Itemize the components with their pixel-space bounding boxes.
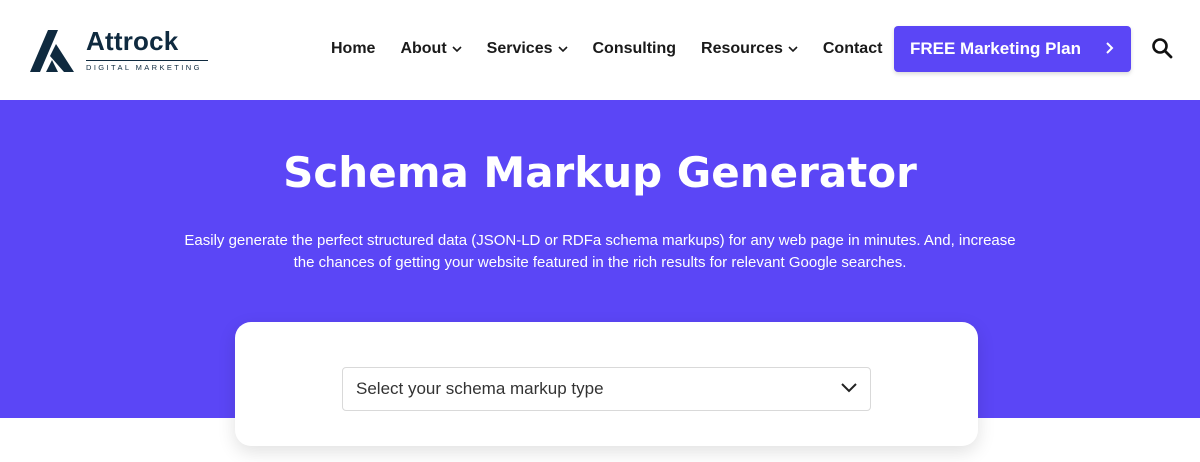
logo-brand-text: Attrock [86, 26, 179, 56]
nav-item-label: Consulting [592, 40, 677, 57]
chevron-right-icon [1106, 42, 1114, 54]
logo-tagline: DIGITAL MARKETING [86, 60, 208, 72]
hero-description: Easily generate the perfect structured d… [160, 230, 1040, 274]
chevron-down-icon [557, 45, 568, 52]
nav-item-services[interactable]: Services [487, 40, 568, 58]
nav-item-label: Resources [701, 40, 783, 57]
nav-item-contact[interactable]: Contact [823, 40, 883, 58]
search-button[interactable] [1150, 36, 1174, 60]
chevron-down-icon [788, 45, 798, 52]
chevron-down-icon [841, 383, 857, 393]
nav-item-label: Home [331, 40, 376, 57]
nav-item-label: About [400, 40, 447, 57]
schema-type-select-placeholder: Select your schema markup type [356, 379, 604, 398]
free-marketing-plan-button[interactable]: FREE Marketing Plan [894, 26, 1131, 72]
nav-item-consulting[interactable]: Consulting [593, 40, 677, 58]
nav-item-label: Services [486, 40, 553, 57]
nav-item-home[interactable]: Home [331, 40, 375, 58]
cta-label: FREE Marketing Plan [910, 39, 1081, 58]
attrock-logo[interactable]: Attrock DIGITAL MARKETING [28, 26, 213, 76]
schema-generator-card: Select your schema markup type [235, 322, 978, 446]
chevron-down-icon [452, 45, 462, 52]
site-header: Attrock DIGITAL MARKETING Home About Ser… [0, 0, 1200, 100]
logo-mark-icon [30, 30, 74, 72]
schema-type-select[interactable]: Select your schema markup type [342, 367, 871, 411]
nav-item-label: Contact [822, 40, 883, 57]
hero-description-line2: the chances of getting your website feat… [293, 254, 907, 271]
search-icon [1152, 38, 1173, 59]
nav-item-about[interactable]: About [400, 40, 462, 58]
page-title: Schema Markup Generator [283, 148, 917, 197]
hero-description-line1: Easily generate the perfect structured d… [184, 232, 1016, 249]
nav-item-resources[interactable]: Resources [701, 40, 798, 58]
main-nav: Home About Services Consulting Resources… [331, 38, 907, 60]
